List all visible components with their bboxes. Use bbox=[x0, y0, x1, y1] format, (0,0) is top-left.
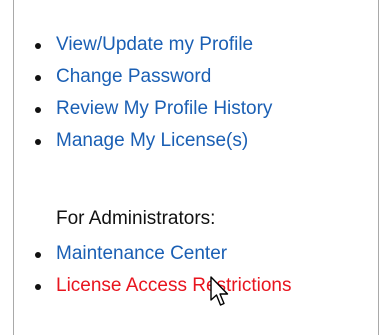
profile-link-list: View/Update my Profile Change Password R… bbox=[14, 29, 378, 157]
admin-link-list: Maintenance Center License Access Restri… bbox=[14, 238, 378, 302]
bullet-icon bbox=[35, 252, 41, 258]
list-item: Review My Profile History bbox=[14, 93, 378, 125]
manage-licenses-link[interactable]: Manage My License(s) bbox=[56, 130, 248, 151]
view-update-profile-link[interactable]: View/Update my Profile bbox=[56, 34, 253, 55]
review-profile-history-link[interactable]: Review My Profile History bbox=[56, 98, 272, 119]
list-item: Change Password bbox=[14, 61, 378, 93]
list-item: Maintenance Center bbox=[14, 238, 378, 270]
bullet-icon bbox=[35, 107, 41, 113]
bullet-icon bbox=[35, 43, 41, 49]
maintenance-center-link[interactable]: Maintenance Center bbox=[56, 243, 227, 264]
list-item: License Access Restrictions bbox=[14, 270, 378, 302]
list-item: Manage My License(s) bbox=[14, 125, 378, 157]
bullet-icon bbox=[35, 284, 41, 290]
profile-menu-panel: View/Update my Profile Change Password R… bbox=[13, 0, 379, 335]
administrators-heading: For Administrators: bbox=[56, 208, 216, 229]
change-password-link[interactable]: Change Password bbox=[56, 66, 211, 87]
bullet-icon bbox=[35, 75, 41, 81]
list-item: View/Update my Profile bbox=[14, 29, 378, 61]
bullet-icon bbox=[35, 139, 41, 145]
license-access-restrictions-link[interactable]: License Access Restrictions bbox=[56, 275, 292, 296]
